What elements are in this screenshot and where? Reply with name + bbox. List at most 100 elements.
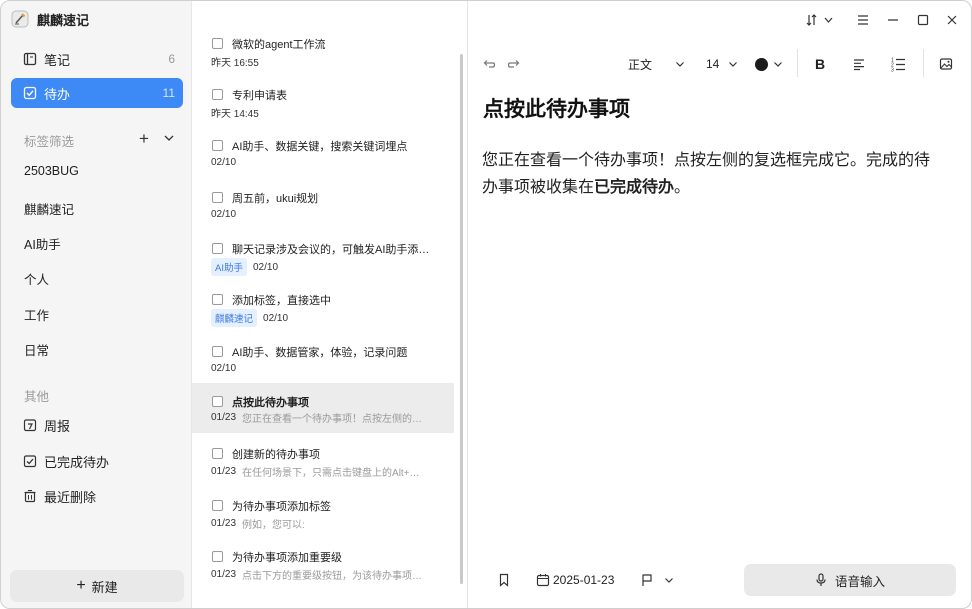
paragraph-style-dropdown[interactable]: 正文 <box>628 54 686 74</box>
list-item[interactable]: 周五前，ukui规划 02/10 <box>192 185 454 235</box>
body-text: 办事项被收集在 <box>482 179 595 196</box>
close-button[interactable] <box>943 11 961 29</box>
todo-checkbox[interactable] <box>212 38 223 49</box>
bold-button[interactable]: B <box>815 54 825 74</box>
sidebar-item-notes[interactable]: 笔记 6 <box>11 44 183 74</box>
tag-filter-item[interactable]: 工作 <box>24 305 49 324</box>
bookmark-button[interactable] <box>497 570 511 590</box>
new-button-label: 新建 <box>91 579 118 595</box>
sidebar-item-trash[interactable]: 最近删除 <box>11 481 183 511</box>
todo-checkbox[interactable] <box>212 551 223 562</box>
list-item[interactable]: 聊天记录涉及会议的，可触发AI助手添… AI助手 02/10 <box>192 236 454 286</box>
todo-checkbox[interactable] <box>212 294 223 305</box>
list-item[interactable]: AI助手、数据关键，搜索关键词埋点 02/10 <box>192 133 454 183</box>
note-date: 01/23 <box>211 569 237 580</box>
todo-checkbox[interactable] <box>212 140 223 151</box>
tag-filter-item[interactable]: 日常 <box>24 340 49 359</box>
calendar-icon <box>536 573 550 587</box>
menu-button[interactable] <box>854 11 872 29</box>
note-date: 02/10 <box>211 157 237 168</box>
undo-button[interactable] <box>482 54 496 74</box>
completed-check-icon <box>23 454 37 468</box>
toolbar-divider <box>797 49 798 77</box>
note-meta: 01/23 您正在查看一个待办事项！点按左侧的… <box>211 410 422 425</box>
priority-button[interactable] <box>640 570 675 590</box>
list-item[interactable]: 为待办事项添加标签 01/23 例如，您可以: <box>192 493 454 543</box>
todo-checkbox[interactable] <box>212 448 223 459</box>
app-window: 麒麟速记 笔记 6 待办 11 标签筛选 + 2503BUG 麒麟速记 AI助手… <box>0 0 972 609</box>
maximize-button[interactable] <box>914 11 932 29</box>
maximize-icon <box>917 14 929 26</box>
voice-input-label: 语音输入 <box>834 574 885 589</box>
note-title: 创建新的待办事项 <box>232 449 320 461</box>
list-item[interactable]: AI助手、数据管家，体验，记录问题 02/10 <box>192 339 454 389</box>
note-date: 02/10 <box>211 209 237 220</box>
todo-checkbox[interactable] <box>212 396 223 407</box>
list-item-selected[interactable]: 点按此待办事项 01/23 您正在查看一个待办事项！点按左侧的… <box>192 383 454 433</box>
note-preview: 在任何场景下，只需点击键盘上的Alt+… <box>242 468 420 479</box>
sidebar-item-weekly[interactable]: 周报 <box>11 410 183 440</box>
todo-checkbox[interactable] <box>212 243 223 254</box>
insert-image-button[interactable] <box>939 54 953 74</box>
new-note-button[interactable]: + 新建 <box>10 570 184 602</box>
app-header: 麒麟速记 <box>11 9 89 29</box>
sidebar-item-label: 笔记 <box>44 52 71 68</box>
note-body[interactable]: 您正在查看一个待办事项！点按左侧的复选框完成它。完成的待 办事项被收集在已完成待… <box>482 147 960 201</box>
font-size-dropdown[interactable]: 14 <box>706 54 739 74</box>
note-title: AI助手、数据管家，体验，记录问题 <box>232 347 408 359</box>
note-title: 微软的agent工作流 <box>232 39 326 51</box>
note-date: 昨天 14:45 <box>211 109 259 120</box>
body-text: 。 <box>674 179 691 196</box>
sidebar-item-todo[interactable]: 待办 11 <box>11 78 183 108</box>
tag-filter-item[interactable]: 个人 <box>24 269 49 288</box>
align-button[interactable] <box>852 54 866 74</box>
list-item[interactable]: 添加标签，直接选中 麒麟速记 02/10 <box>192 287 454 337</box>
tag-filter-item[interactable]: AI助手 <box>24 234 61 253</box>
sidebar-item-label: 待办 <box>44 86 71 102</box>
note-title: 点按此待办事项 <box>232 397 309 409</box>
chevron-down-icon <box>727 58 739 70</box>
todo-checkbox[interactable] <box>212 89 223 100</box>
sort-button[interactable] <box>804 11 838 29</box>
list-button[interactable]: 123 <box>890 54 906 74</box>
note-date: 01/23 <box>211 412 237 423</box>
close-icon <box>946 14 958 26</box>
note-meta: 麒麟速记 02/10 <box>211 309 288 327</box>
note-meta: 01/23 例如，您可以: <box>211 516 305 531</box>
note-preview: 您正在查看一个待办事项！点按左侧的… <box>242 414 423 425</box>
app-title: 麒麟速记 <box>37 12 90 28</box>
redo-button[interactable] <box>507 54 521 74</box>
sidebar-item-completed[interactable]: 已完成待办 <box>11 446 183 476</box>
list-item[interactable]: 创建新的待办事项 01/23 在任何场景下，只需点击键盘上的Alt+… <box>192 441 454 491</box>
todo-checkbox[interactable] <box>212 500 223 511</box>
list-item[interactable]: 微软的agent工作流 昨天 16:55 <box>192 31 454 81</box>
chevron-down-icon[interactable] <box>162 131 176 145</box>
text-color-dropdown[interactable] <box>755 54 784 74</box>
note-title: 周五前，ukui规划 <box>232 193 319 205</box>
other-section-title: 其他 <box>24 390 50 404</box>
tag-filter-item[interactable]: 2503BUG <box>24 164 79 178</box>
minimize-button[interactable] <box>884 11 902 29</box>
note-title-heading[interactable]: 点按此待办事项 <box>483 93 630 123</box>
align-left-icon <box>852 57 866 71</box>
note-tag-badge: 麒麟速记 <box>211 309 258 327</box>
tag-filter-item[interactable]: 麒麟速记 <box>24 199 74 218</box>
note-list-scrollbar[interactable] <box>460 54 463 584</box>
todo-checkbox[interactable] <box>212 346 223 357</box>
voice-input-button[interactable]: 语音输入 <box>744 564 956 596</box>
note-list: 微软的agent工作流 昨天 16:55 专利申请表 昨天 14:45 AI助手… <box>192 1 468 608</box>
completed-todo-link-text: 已完成待办 <box>594 179 675 196</box>
chevron-down-icon <box>663 574 675 586</box>
note-meta: 02/10 <box>211 363 236 374</box>
note-preview: 点击下方的重要级按钮，为该待办事项… <box>242 571 423 582</box>
note-body-line: 您正在查看一个待办事项！点按左侧的复选框完成它。完成的待 <box>482 152 931 169</box>
due-date-button[interactable]: 2025-01-23 <box>536 570 614 590</box>
list-item[interactable]: 为待办事项添加重要级 01/23 点击下方的重要级按钮，为该待办事项… <box>192 544 454 594</box>
note-title: 为待办事项添加重要级 <box>232 552 342 564</box>
flag-icon <box>640 573 654 587</box>
svg-text:3: 3 <box>891 68 894 73</box>
add-tag-button[interactable]: + <box>139 129 149 149</box>
todo-checkbox[interactable] <box>212 192 223 203</box>
due-date-value: 2025-01-23 <box>553 573 615 587</box>
list-item[interactable]: 专利申请表 昨天 14:45 <box>192 82 454 132</box>
